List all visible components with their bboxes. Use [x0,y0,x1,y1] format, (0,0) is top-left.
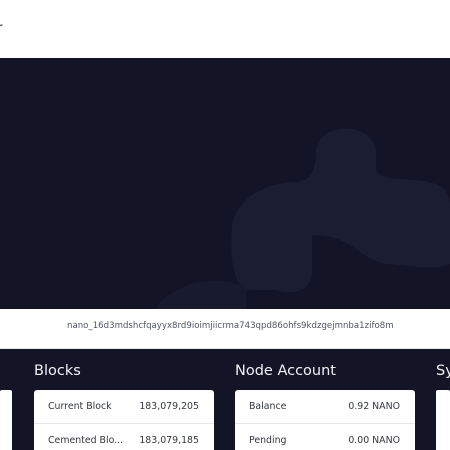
balance-label: Balance [249,401,287,412]
stats-panel: Blocks Current Block 183,079,205 Cemente… [0,349,450,450]
blocks-card: Current Block 183,079,205 Cemented Blo..… [34,390,214,450]
next-card-edge [436,390,450,450]
current-block-value: 183,079,205 [139,401,199,412]
logo-shape [231,128,450,293]
blocks-row-current: Current Block 183,079,205 [34,390,214,424]
node-account-card: Balance 0.92 NANO Pending 0.00 NANO [235,390,415,450]
top-bar-title: r [0,21,2,36]
logo-shape-lower [155,280,246,309]
blocks-row-cemented: Cemented Blo... 183,079,185 [34,424,214,450]
node-address[interactable]: nano_16d3mdshcfqayyx8rd9ioimjiicrma743qp… [67,321,394,331]
hero-banner [0,58,450,309]
node-address-strip: nano_16d3mdshcfqayyx8rd9ioimjiicrma743qp… [0,309,450,349]
node-account-title: Node Account [235,363,336,379]
current-block-label: Current Block [48,401,112,412]
pending-value: 0.00 NANO [348,435,400,446]
pending-label: Pending [249,435,287,446]
cemented-block-value: 183,079,185 [139,435,199,446]
top-bar: r [0,0,450,58]
node-dashboard: r nano_16d3mdshcfqayyx8rd9ioimjiicrma743… [0,0,450,450]
nano-logo-icon [155,128,450,309]
node-account-row-pending: Pending 0.00 NANO [235,424,415,450]
node-account-row-balance: Balance 0.92 NANO [235,390,415,424]
next-section-title: Sy [436,363,450,379]
cemented-block-label: Cemented Blo... [48,435,124,446]
blocks-title: Blocks [34,363,81,379]
balance-value: 0.92 NANO [348,401,400,412]
previous-card-edge [0,390,12,450]
